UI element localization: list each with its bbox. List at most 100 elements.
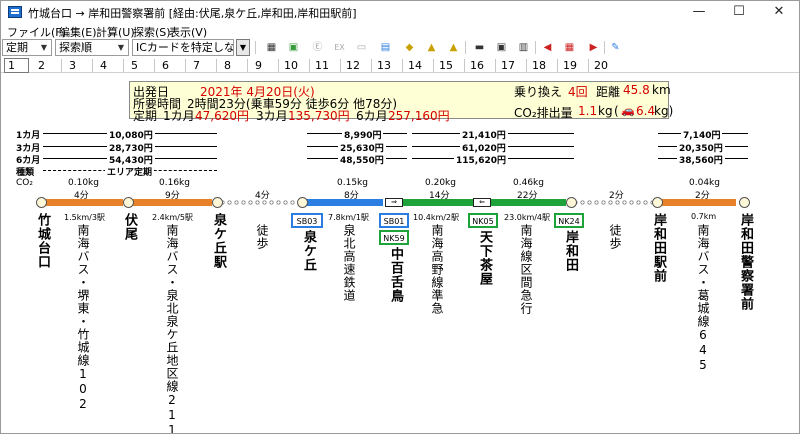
tab-route-20[interactable]: 20 — [594, 59, 608, 72]
minimize-button[interactable]: — — [679, 1, 719, 23]
station-node[interactable] — [297, 197, 308, 208]
tab-separator — [92, 59, 93, 72]
tab-route-18[interactable]: 18 — [532, 59, 546, 72]
station-name[interactable]: 伏尾 — [120, 213, 139, 241]
station-name[interactable]: 竹城台口 — [33, 213, 52, 269]
route-segment-bus — [658, 199, 736, 206]
tab-route-17[interactable]: 17 — [501, 59, 515, 72]
line-name[interactable]: 泉北高速鉄道 — [341, 224, 358, 302]
station-code-badge: NK59 — [379, 230, 409, 245]
station-name[interactable]: 岸和田警察署前 — [736, 213, 755, 311]
route-segment-train — [303, 199, 383, 206]
close-button[interactable]: ✕ — [759, 1, 799, 23]
fare-6m: 38,560円 — [677, 153, 725, 166]
tab-route-4[interactable]: 4 — [100, 59, 114, 72]
tab-separator — [526, 59, 527, 72]
co2-value: 1.1 — [578, 104, 598, 118]
tab-route-12[interactable]: 12 — [346, 59, 360, 72]
chevron-down-icon: ▼ — [117, 43, 125, 52]
edit-icon[interactable]: ✎ — [607, 40, 624, 55]
menu-bar: ファイル(F) 編集(E) 計算(U) 探索(S) 表示(V) — [1, 23, 799, 39]
station-node[interactable] — [566, 197, 577, 208]
fare-1m: 8,990円 — [342, 128, 384, 141]
co2-car-unit: kg) — [654, 104, 674, 118]
station-name[interactable]: 泉ケ丘駅 — [209, 213, 228, 269]
distance-label: 距離 — [596, 85, 621, 99]
list-icon[interactable]: ▭ — [353, 40, 370, 55]
pass-1m-label: 1カ月 — [163, 109, 195, 123]
print-icon[interactable]: ▬ — [471, 40, 488, 55]
tab-route-2[interactable]: 2 — [38, 59, 52, 72]
tab-separator — [557, 59, 558, 72]
segment-co2: 0.10kg — [68, 178, 99, 188]
station-node[interactable] — [739, 197, 750, 208]
fare-1m: 7,140円 — [681, 128, 723, 141]
bus-icon[interactable]: ▲ — [445, 40, 462, 55]
tab-route-13[interactable]: 13 — [377, 59, 391, 72]
tab-route-16[interactable]: 16 — [470, 59, 484, 72]
tab-route-15[interactable]: 15 — [439, 59, 453, 72]
calendar-icon[interactable]: ▦ — [561, 40, 578, 55]
tab-route-11[interactable]: 11 — [315, 59, 329, 72]
line-name[interactable]: 南海線区間急行 — [518, 224, 535, 315]
station-node[interactable] — [652, 197, 663, 208]
toolbar-separator — [535, 41, 536, 54]
co2-unit: kg — [598, 104, 613, 118]
ic-card-dropdown-button[interactable]: ▼ — [236, 39, 250, 56]
sort-select[interactable]: 探索順 ▼ — [55, 39, 129, 56]
pass-icon[interactable]: ◆ — [401, 40, 418, 55]
station-name[interactable]: 天下茶屋 — [475, 230, 494, 286]
tab-route-5[interactable]: 5 — [131, 59, 145, 72]
station-name[interactable]: 泉ケ丘 — [299, 230, 318, 272]
tab-route-14[interactable]: 14 — [408, 59, 422, 72]
ic-card-select[interactable]: ICカードを特定しない — [132, 39, 234, 56]
tab-route-9[interactable]: 9 — [255, 59, 269, 72]
fare-1m: 21,410円 — [460, 128, 508, 141]
timetable-icon[interactable]: ▦ — [263, 40, 280, 55]
segment-distance: 23.0km/4駅 — [504, 213, 551, 222]
station-node[interactable] — [36, 197, 47, 208]
pass-3m-value: 135,730円 — [288, 109, 350, 123]
ic-card-value: ICカードを特定しない — [136, 41, 234, 54]
line-name[interactable]: 南海バス・堺東・竹城線102 — [75, 224, 92, 412]
ex-icon[interactable]: EX — [331, 40, 348, 55]
tab-separator — [185, 59, 186, 72]
tab-separator — [247, 59, 248, 72]
tab-route-1[interactable]: 1 — [4, 58, 29, 73]
station-name[interactable]: 中百舌鳥 — [386, 247, 405, 303]
copy-icon[interactable]: ▣ — [493, 40, 510, 55]
fare-type-select[interactable]: 定期 ▼ — [2, 39, 52, 56]
clipboard-icon[interactable]: ▥ — [515, 40, 532, 55]
maximize-button[interactable]: ☐ — [719, 1, 759, 23]
route-segment-bus — [43, 199, 123, 206]
tab-route-3[interactable]: 3 — [69, 59, 83, 72]
station-name[interactable]: 岸和田駅前 — [649, 213, 668, 283]
tab-separator — [588, 59, 589, 72]
train-icon[interactable]: ▲ — [423, 40, 440, 55]
tab-separator — [278, 59, 279, 72]
fare-row-label-1m: 1カ月 — [16, 131, 41, 141]
e-icon[interactable]: Ⓔ — [309, 40, 326, 55]
station-name[interactable]: 岸和田 — [561, 230, 580, 272]
tab-separator — [433, 59, 434, 72]
tab-route-19[interactable]: 19 — [563, 59, 577, 72]
tab-route-8[interactable]: 8 — [224, 59, 238, 72]
toolbar-separator — [255, 41, 256, 54]
fare-row-label-type: 種類 — [16, 168, 35, 178]
tab-route-7[interactable]: 7 — [193, 59, 207, 72]
chart-icon[interactable]: ▣ — [285, 40, 302, 55]
line-name[interactable]: 南海バス・葛城線645 — [695, 224, 712, 373]
tab-separator — [61, 59, 62, 72]
tab-route-6[interactable]: 6 — [162, 59, 176, 72]
forward-icon[interactable]: ▶ — [585, 40, 602, 55]
sort-value: 探索順 — [59, 41, 92, 54]
station-node[interactable] — [123, 197, 134, 208]
calculator-icon[interactable]: ▤ — [377, 40, 394, 55]
line-name[interactable]: 南海高野線準急 — [429, 224, 446, 315]
line-name[interactable]: 南海バス・泉北泉ケ丘地区線211V — [164, 224, 181, 433]
segment-distance: 2.4km/5駅 — [152, 213, 193, 222]
station-node[interactable] — [212, 197, 223, 208]
pass-6m-label: 6カ月 — [356, 109, 388, 123]
back-icon[interactable]: ◀ — [539, 40, 556, 55]
tab-route-10[interactable]: 10 — [284, 59, 298, 72]
